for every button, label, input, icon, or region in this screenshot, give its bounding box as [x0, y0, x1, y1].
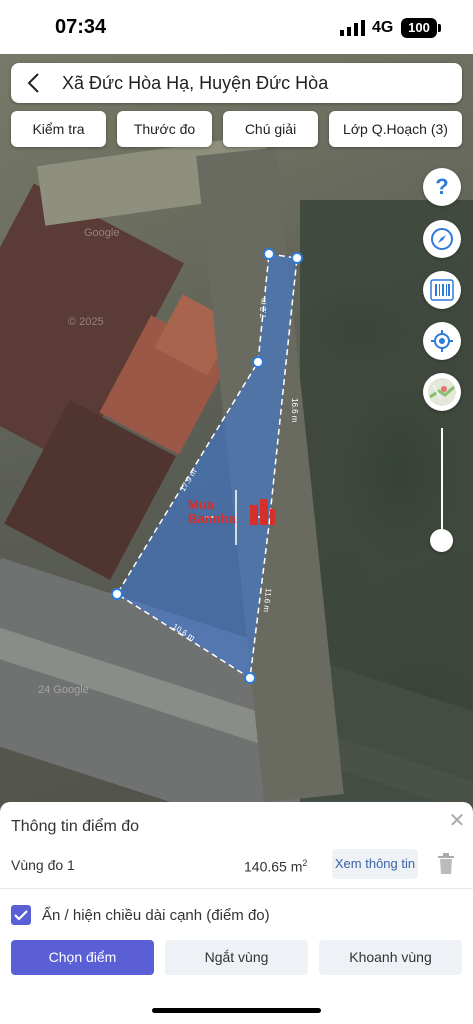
- location-title: Xã Đức Hòa Hạ, Huyện Đức Hòa: [62, 73, 329, 93]
- compass-icon: [431, 228, 453, 250]
- show-edge-length-label: Ẩn / hiện chiều dài cạnh (điểm đo): [42, 907, 270, 924]
- area-value: 140.65 m2: [244, 858, 308, 875]
- building-icon: [250, 499, 275, 525]
- back-arrow-icon[interactable]: [23, 71, 47, 95]
- vertex-point[interactable]: [263, 248, 275, 260]
- edge-label-right-upper: 16.6 m: [290, 398, 299, 423]
- trash-icon[interactable]: [436, 853, 456, 875]
- status-bar: 07:34 4G 100: [0, 0, 473, 54]
- vertex-point[interactable]: [111, 588, 123, 600]
- barcode-button[interactable]: [423, 271, 461, 309]
- question-icon: ?: [435, 174, 449, 199]
- network-type: 4G: [372, 19, 394, 36]
- view-info-button[interactable]: Xem thông tin: [332, 849, 418, 879]
- select-point-button[interactable]: Chọn điểm: [11, 940, 154, 975]
- planning-layer-button[interactable]: Lớp Q.Hoạch (3): [329, 111, 462, 147]
- check-button[interactable]: Kiểm tra: [11, 111, 106, 147]
- divider: [0, 888, 473, 889]
- enclose-area-button[interactable]: Khoanh vùng: [319, 940, 462, 975]
- watermark-line2: Bannha: [188, 511, 236, 526]
- battery-tip: [438, 24, 441, 32]
- battery-icon: 100: [401, 18, 437, 38]
- area-label: Vùng đo 1: [11, 857, 75, 873]
- close-icon[interactable]: ✕: [448, 811, 466, 831]
- home-indicator: [152, 1008, 321, 1013]
- vertex-point[interactable]: [291, 252, 303, 264]
- measured-area-polygon: [115, 253, 298, 680]
- zoom-slider-track[interactable]: [441, 428, 443, 540]
- signal-icon: [340, 20, 365, 36]
- show-edge-length-checkbox[interactable]: [11, 905, 31, 925]
- locate-icon: [431, 330, 453, 352]
- map-watermark-google-bottom: 24 Google: [38, 684, 89, 696]
- ruler-button[interactable]: Thước đo: [117, 111, 212, 147]
- barcode-icon: [430, 279, 454, 301]
- map-watermark-copyright: © 2025: [68, 316, 104, 328]
- measure-info-panel: Thông tin điểm đo ✕ Vùng đo 1 140.65 m2 …: [0, 802, 473, 1024]
- legend-button[interactable]: Chú giải: [223, 111, 318, 147]
- compass-button[interactable]: [423, 220, 461, 258]
- edge-label-top: 7.2 m: [259, 298, 268, 318]
- edge-label-right-lower: 11.6 m: [261, 588, 272, 613]
- vertex-point[interactable]: [252, 356, 264, 368]
- status-time: 07:34: [55, 16, 107, 38]
- map-watermark-google: Google: [84, 227, 119, 239]
- watermark-line1: Mua: [188, 497, 214, 512]
- vertex-point[interactable]: [244, 672, 256, 684]
- location-header: Xã Đức Hòa Hạ, Huyện Đức Hòa: [11, 63, 462, 103]
- site-watermark-logo: Mua Bannha: [188, 497, 278, 529]
- panel-title: Thông tin điểm đo: [11, 818, 140, 835]
- map-thumbnail-icon: [428, 378, 456, 406]
- help-button[interactable]: ?: [423, 168, 461, 206]
- zoom-slider-knob[interactable]: [430, 529, 453, 552]
- checkmark-icon: [14, 910, 28, 921]
- basemap-button[interactable]: [423, 373, 461, 411]
- break-area-button[interactable]: Ngắt vùng: [165, 940, 308, 975]
- locate-button[interactable]: [423, 322, 461, 360]
